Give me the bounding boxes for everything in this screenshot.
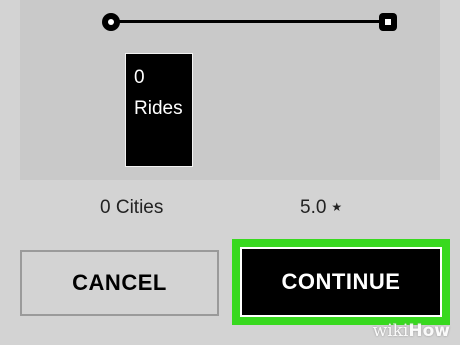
watermark-how: How bbox=[408, 321, 450, 341]
wikihow-watermark: wikiHow bbox=[373, 321, 450, 341]
cities-count: 0 Cities bbox=[100, 197, 163, 219]
route-line bbox=[111, 20, 388, 23]
cancel-button-label: CANCEL bbox=[72, 270, 167, 295]
continue-button-highlight: CONTINUE bbox=[232, 239, 450, 325]
cities-label: 0 Cities bbox=[100, 197, 164, 218]
route-end-square-icon bbox=[379, 13, 397, 31]
rides-count-box: 0 Rides bbox=[125, 53, 193, 167]
star-icon: ★ bbox=[331, 200, 343, 214]
rating-value: 5.0 bbox=[300, 197, 327, 218]
trip-summary-card: 0 Rides bbox=[20, 0, 440, 180]
continue-button-label: CONTINUE bbox=[281, 269, 401, 294]
rating: 5.0 ★ bbox=[300, 197, 342, 219]
cancel-button[interactable]: CANCEL bbox=[20, 250, 219, 316]
route-start-dot-icon bbox=[102, 13, 120, 31]
watermark-wiki: wiki bbox=[372, 321, 409, 341]
continue-button[interactable]: CONTINUE bbox=[240, 247, 442, 317]
